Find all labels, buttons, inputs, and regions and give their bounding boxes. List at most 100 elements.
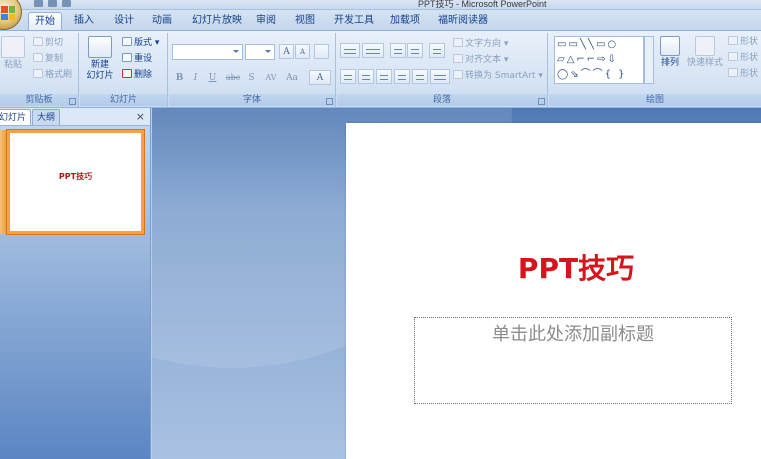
new-slide-button[interactable]: 新建 幻灯片 [82, 36, 118, 82]
font-size-combo[interactable] [245, 44, 275, 60]
group-slides: 新建 幻灯片 版式 ▾ 重设 删除 幻灯片 [80, 33, 168, 107]
tab-view[interactable]: 视图 [289, 12, 321, 30]
strikethrough-button[interactable]: abc [223, 70, 243, 85]
grow-font-button[interactable]: A [279, 44, 294, 59]
cut-button[interactable]: 剪切 [33, 36, 63, 50]
group-label-slides: 幻灯片 [80, 94, 167, 106]
new-slide-icon [88, 36, 112, 58]
layout-button[interactable]: 版式 ▾ [122, 36, 159, 50]
clear-format-button[interactable] [314, 44, 329, 59]
title-bar: PPT技巧 - Microsoft PowerPoint [0, 0, 761, 10]
shadow-button[interactable]: S [244, 70, 259, 85]
quick-styles-icon [695, 36, 715, 56]
tab-addins[interactable]: 加载项 [384, 12, 426, 30]
numbering-icon[interactable] [362, 43, 384, 58]
tab-home[interactable]: 开始 [28, 12, 62, 30]
align-center-icon[interactable] [358, 69, 374, 84]
tab-developer[interactable]: 开发工具 [328, 12, 380, 30]
slide-canvas[interactable]: PPT技巧 单击此处添加副标题 [346, 123, 761, 459]
pane-tabs: 幻灯片 大纲 × [0, 108, 150, 126]
char-spacing-button[interactable]: AV [261, 70, 281, 85]
bold-button[interactable]: B [172, 70, 187, 85]
shrink-font-button[interactable]: A [295, 44, 310, 59]
font-name-combo[interactable] [172, 44, 243, 60]
align-right-icon[interactable] [376, 69, 392, 84]
delete-icon [122, 69, 132, 78]
align-left-icon[interactable] [340, 69, 356, 84]
reset-button[interactable]: 重设 [122, 52, 152, 66]
quick-styles-button[interactable]: 快速样式 [685, 36, 725, 69]
brush-icon [33, 69, 43, 78]
bullets-icon[interactable] [340, 43, 360, 58]
distribute-icon[interactable] [412, 69, 428, 84]
underline-button[interactable]: U [205, 70, 220, 85]
italic-button[interactable]: I [188, 70, 203, 85]
scissors-icon [33, 37, 43, 46]
layout-icon [122, 37, 132, 46]
paste-icon [1, 36, 25, 58]
slide-editor: PPT技巧 单击此处添加副标题 [152, 108, 761, 459]
workspace: 幻灯片 大纲 × PPT技巧 PPT技巧 单击此处添加副标题 [0, 108, 761, 459]
shapes-gallery[interactable]: ▭▭╲╲▭○ ▱△⌐⌐⇨⇩ ◯⇘⌒⌒{ } [554, 36, 644, 84]
paste-button[interactable]: 粘贴 [0, 36, 26, 71]
font-launcher-icon[interactable] [326, 98, 333, 105]
tab-review[interactable]: 审阅 [250, 12, 282, 30]
align-text-icon [453, 54, 463, 63]
line-spacing-icon[interactable] [429, 43, 445, 58]
tab-insert[interactable]: 插入 [68, 12, 100, 30]
group-paragraph: 文字方向 ▾ 对齐文本 ▾ 转换为 SmartArt ▾ 段落 [337, 33, 548, 107]
group-label-clipboard: 剪贴板 [0, 94, 78, 106]
align-text-button[interactable]: 对齐文本 ▾ [453, 53, 508, 67]
shape-effects-button[interactable]: 形状 [728, 67, 758, 81]
justify-icon[interactable] [394, 69, 410, 84]
slide-thumb-indicator [0, 130, 7, 234]
decrease-indent-icon[interactable] [390, 43, 406, 58]
group-label-drawing: 绘图 [549, 94, 761, 106]
smartart-icon [453, 70, 463, 79]
tab-design[interactable]: 设计 [108, 12, 140, 30]
shape-outline-button[interactable]: 形状 [728, 51, 758, 65]
office-logo-icon [1, 6, 15, 20]
group-clipboard: 粘贴 剪切 复制 格式刷 剪贴板 [0, 33, 79, 107]
slides-pane: 幻灯片 大纲 × PPT技巧 [0, 108, 151, 459]
save-icon[interactable] [34, 0, 43, 7]
tab-outline-pane[interactable]: 大纲 [32, 109, 61, 125]
chevron-down-icon [233, 50, 239, 53]
convert-smartart-button[interactable]: 转换为 SmartArt ▾ [453, 69, 543, 83]
columns-icon[interactable] [430, 69, 450, 84]
tab-slideshow[interactable]: 幻灯片放映 [186, 12, 248, 30]
change-case-button[interactable]: Aa [283, 70, 301, 85]
slide-thumbnail[interactable]: PPT技巧 [7, 130, 144, 234]
tab-slides-pane[interactable]: 幻灯片 [0, 109, 32, 125]
group-label-paragraph: 段落 [337, 94, 547, 106]
fill-bucket-icon [728, 36, 738, 45]
font-color-button[interactable]: A [309, 70, 331, 85]
slide-title[interactable]: PPT技巧 [346, 247, 761, 287]
format-painter-button[interactable]: 格式刷 [33, 68, 72, 82]
pen-icon [728, 52, 738, 61]
clipboard-launcher-icon[interactable] [69, 98, 76, 105]
copy-icon [33, 53, 43, 62]
close-icon[interactable]: × [136, 110, 145, 123]
paragraph-launcher-icon[interactable] [538, 98, 545, 105]
shape-fill-button[interactable]: 形状 [728, 35, 758, 49]
shapes-gallery-scrollbar[interactable] [644, 36, 654, 84]
ribbon-tabs: 开始 插入 设计 动画 幻灯片放映 审阅 视图 开发工具 加载项 福昕阅读器 [0, 10, 761, 30]
window-title: PPT技巧 - Microsoft PowerPoint [418, 0, 547, 9]
copy-button[interactable]: 复制 [33, 52, 63, 66]
undo-icon[interactable] [48, 0, 57, 7]
group-font: A A B I U abc S AV Aa A 字体 [169, 33, 336, 107]
thumbnail-title: PPT技巧 [58, 172, 93, 181]
text-direction-icon [453, 38, 463, 47]
tab-animation[interactable]: 动画 [146, 12, 178, 30]
quick-access-toolbar [34, 0, 76, 9]
delete-button[interactable]: 删除 [122, 68, 152, 82]
increase-indent-icon[interactable] [407, 43, 423, 58]
customize-icon[interactable] [62, 0, 71, 7]
ribbon: 粘贴 剪切 复制 格式刷 剪贴板 新建 幻灯片 版式 ▾ 重设 删除 幻灯片 A… [0, 30, 761, 108]
chevron-down-icon [265, 50, 271, 53]
text-direction-button[interactable]: 文字方向 ▾ [453, 37, 508, 51]
arrange-button[interactable]: 排列 [657, 36, 683, 69]
subtitle-placeholder[interactable]: 单击此处添加副标题 [414, 317, 732, 404]
tab-foxit[interactable]: 福昕阅读器 [432, 12, 494, 30]
